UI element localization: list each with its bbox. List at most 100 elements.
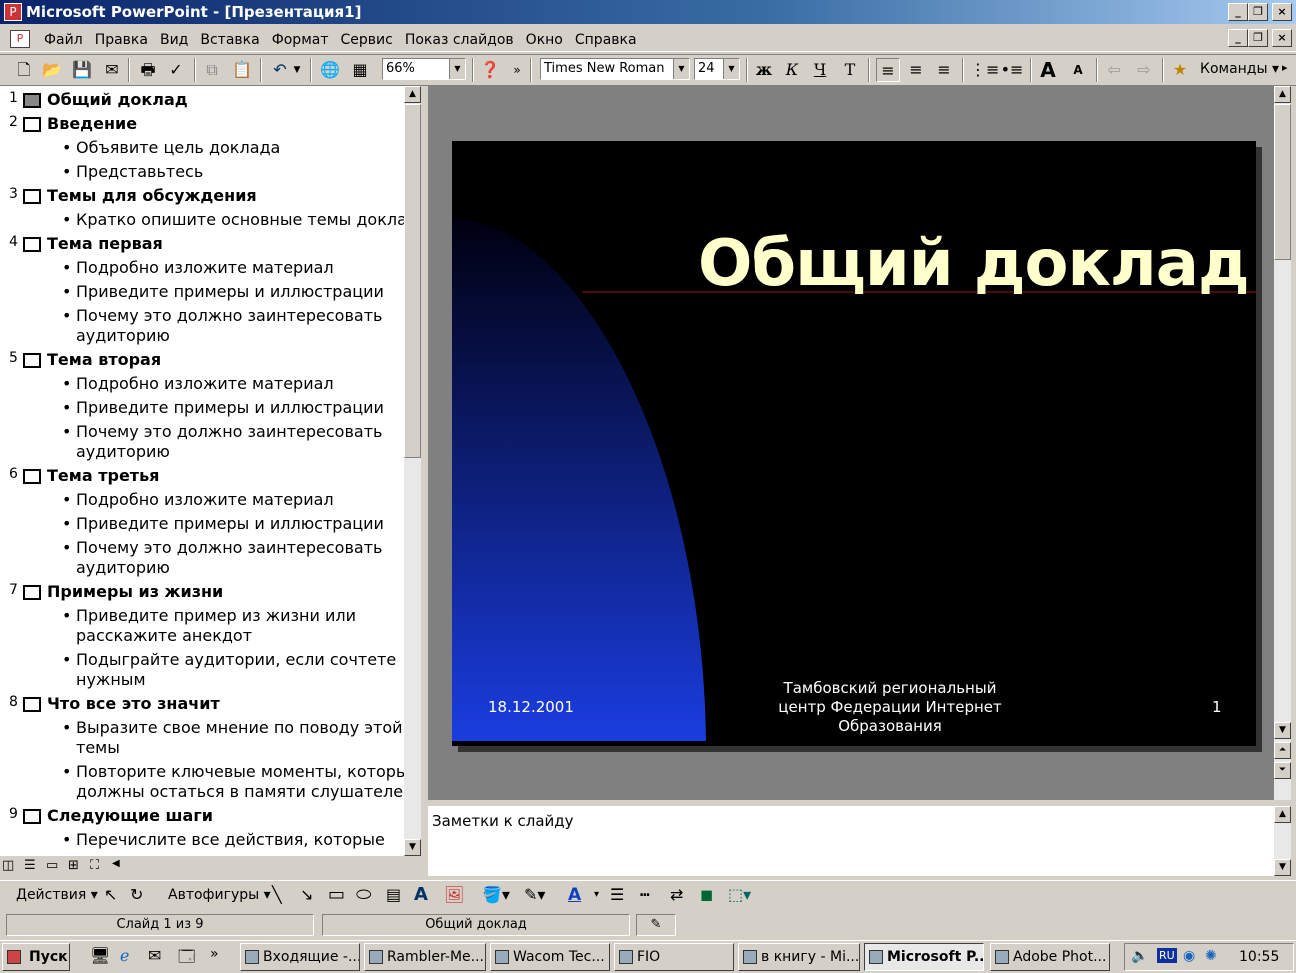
menu-item[interactable]: Вид bbox=[154, 30, 194, 50]
slide-footer[interactable]: Тамбовский региональный центр Федерации … bbox=[768, 679, 1012, 736]
outline-slide-title[interactable]: Введение bbox=[47, 114, 137, 133]
scroll-down-icon[interactable]: ▼ bbox=[404, 839, 421, 856]
slide-icon[interactable] bbox=[23, 469, 41, 484]
outlook-icon[interactable]: ✉ bbox=[148, 946, 161, 965]
slide-icon[interactable] bbox=[23, 93, 41, 108]
clipart-icon[interactable]: 🖼 bbox=[444, 884, 464, 906]
scroll-thumb[interactable] bbox=[404, 104, 421, 458]
undo-dropdown-icon[interactable]: ▼ bbox=[290, 58, 304, 82]
italic-icon[interactable]: К bbox=[780, 58, 804, 82]
rotate-icon[interactable]: ↻ bbox=[130, 884, 143, 906]
underline-icon[interactable]: Ч bbox=[808, 58, 832, 82]
save-icon[interactable]: 💾 bbox=[70, 58, 94, 82]
3d-style-icon[interactable]: ⬚▾ bbox=[728, 884, 751, 906]
outline-bullet[interactable]: • Кратко опишите основные темы доклада bbox=[0, 210, 404, 230]
slide-icon[interactable] bbox=[23, 117, 41, 132]
slide-view-icon[interactable]: ▭ bbox=[46, 858, 58, 873]
scroll-up-icon[interactable]: ▲ bbox=[404, 86, 421, 103]
spelling-icon[interactable]: ✓ bbox=[164, 58, 188, 82]
actions-menu[interactable]: Действия ▾ bbox=[16, 884, 98, 906]
outline-bullet[interactable]: • Почему это должно заинтересовать аудитор… bbox=[0, 306, 400, 346]
print-icon[interactable]: 🖶 bbox=[136, 58, 160, 82]
volume-icon[interactable]: 🔈 bbox=[1131, 948, 1148, 964]
outline-bullet[interactable]: • Представьтесь bbox=[0, 162, 400, 182]
doc-close-icon[interactable]: × bbox=[1272, 29, 1292, 47]
spelling-status-icon[interactable]: ✎ bbox=[636, 914, 676, 936]
menu-item[interactable]: Правка bbox=[89, 30, 154, 50]
font-select[interactable]: Times New Roman ▼ bbox=[540, 58, 690, 80]
taskbar-button[interactable]: FIO bbox=[614, 943, 734, 971]
outline-slide[interactable]: 6 Тема третья bbox=[0, 466, 400, 488]
language-indicator[interactable]: RU bbox=[1157, 948, 1177, 963]
menu-item[interactable]: Файл bbox=[38, 30, 89, 50]
outline-scrollbar[interactable]: ▲ ▼ bbox=[404, 86, 421, 856]
outline-pane[interactable]: 1 Общий доклад 2 Введение • Объявите цель д… bbox=[0, 86, 404, 856]
autoshapes-menu[interactable]: Автофигуры ▾ bbox=[168, 884, 271, 906]
numbering-icon[interactable]: ⋮≡ bbox=[970, 58, 999, 82]
slide-icon[interactable] bbox=[23, 237, 41, 252]
taskbar-button[interactable]: Входящие -... bbox=[240, 943, 360, 971]
line-icon[interactable]: ╲ bbox=[272, 884, 282, 906]
outline-slide-title[interactable]: Общий доклад bbox=[47, 90, 188, 109]
open-icon[interactable]: 📂 bbox=[40, 58, 64, 82]
menu-item[interactable]: Сервис bbox=[335, 30, 399, 50]
demote-icon[interactable]: ⇨ bbox=[1132, 58, 1156, 82]
toolbar-options-icon[interactable]: ▸ bbox=[1282, 61, 1288, 74]
table-icon[interactable]: ▦ bbox=[348, 58, 372, 82]
taskbar-button[interactable]: в книгу - Mi... bbox=[738, 943, 860, 971]
outline-slide[interactable]: 5 Тема вторая bbox=[0, 350, 400, 372]
dash-style-icon[interactable]: ┅ bbox=[640, 884, 650, 906]
menu-item[interactable]: Окно bbox=[520, 30, 569, 50]
outline-bullet[interactable]: • Приведите примеры и иллюстрации bbox=[0, 282, 400, 302]
outline-slide-title[interactable]: Следующие шаги bbox=[47, 806, 213, 825]
scroll-up-icon[interactable]: ▲ bbox=[1274, 86, 1291, 103]
outline-slide[interactable]: 7 Примеры из жизни bbox=[0, 582, 400, 604]
taskbar-button[interactable]: Adobe Phot... bbox=[990, 943, 1110, 971]
hyperlink-icon[interactable]: 🌐 bbox=[318, 58, 342, 82]
slide-icon[interactable] bbox=[23, 809, 41, 824]
outline-bullet[interactable]: • Подробно изложите материал bbox=[0, 258, 400, 278]
wordart-icon[interactable]: A bbox=[414, 884, 428, 906]
shadow-style-icon[interactable]: ◼ bbox=[700, 884, 713, 906]
doc-minimize-icon[interactable]: _ bbox=[1228, 29, 1248, 47]
outline-slide[interactable]: 8 Что все это значит bbox=[0, 694, 400, 716]
increase-font-icon[interactable]: A bbox=[1036, 58, 1060, 82]
outline-slide-title[interactable]: Что все это значит bbox=[47, 694, 220, 713]
doc-restore-icon[interactable]: ❐ bbox=[1248, 29, 1268, 47]
scroll-left-icon[interactable]: ◀ bbox=[112, 858, 120, 869]
outline-bullet[interactable]: • Подробно изложите материал bbox=[0, 374, 400, 394]
email-icon[interactable]: ✉ bbox=[100, 58, 124, 82]
messenger-icon[interactable]: ✺ bbox=[1205, 948, 1217, 964]
shadow-icon[interactable]: T bbox=[838, 58, 862, 82]
outline-bullet[interactable]: • Приведите примеры и иллюстрации bbox=[0, 514, 400, 534]
outline-bullet[interactable]: • Приведите примеры и иллюстрации bbox=[0, 398, 400, 418]
next-slide-icon[interactable]: ⏷ bbox=[1274, 762, 1291, 779]
slide-icon[interactable] bbox=[23, 353, 41, 368]
slide-icon[interactable] bbox=[23, 697, 41, 712]
line-style-icon[interactable]: ☰ bbox=[610, 884, 624, 906]
fill-color-icon[interactable]: 🪣▾ bbox=[482, 884, 510, 906]
sorter-view-icon[interactable]: ⊞ bbox=[68, 858, 79, 873]
slide-scrollbar[interactable]: ▲ ▼ ⏶ ⏷ bbox=[1274, 86, 1291, 800]
chevron-down-icon[interactable]: ▾ bbox=[594, 884, 599, 906]
slide-title[interactable]: Общий доклад bbox=[698, 227, 1250, 301]
outline-bullet[interactable]: • Приведите пример из жизни или расскажите… bbox=[0, 606, 400, 646]
desktop-icon[interactable]: 🖥 bbox=[90, 946, 110, 965]
outline-slide-title[interactable]: Тема третья bbox=[47, 466, 159, 485]
scroll-thumb[interactable] bbox=[1274, 104, 1291, 260]
start-button[interactable]: Пуск bbox=[2, 943, 70, 971]
outline-bullet[interactable]: • Перечислите все действия, которые bbox=[0, 830, 400, 850]
scroll-down-icon[interactable]: ▼ bbox=[1274, 859, 1291, 876]
oval-icon[interactable]: ⬭ bbox=[356, 884, 371, 906]
menu-item[interactable]: Вставка bbox=[194, 30, 265, 50]
document-icon[interactable]: P bbox=[10, 30, 30, 48]
taskbar-button[interactable]: Wacom Tec... bbox=[490, 943, 610, 971]
outline-bullet[interactable]: • Подыграйте аудитории, если сочтете нужны… bbox=[0, 650, 400, 690]
explorer-icon[interactable]: 🗔 bbox=[178, 946, 195, 973]
slide-canvas[interactable]: Общий доклад 18.12.2001 Тамбовский регио… bbox=[452, 141, 1256, 746]
normal-view-icon[interactable]: ◫ bbox=[2, 858, 14, 873]
network-icon[interactable]: ◉ bbox=[1183, 948, 1195, 964]
font-size-select[interactable]: 24 ▼ bbox=[694, 58, 740, 80]
slide-date[interactable]: 18.12.2001 bbox=[488, 698, 574, 716]
help-icon[interactable]: ❓ bbox=[478, 58, 502, 82]
